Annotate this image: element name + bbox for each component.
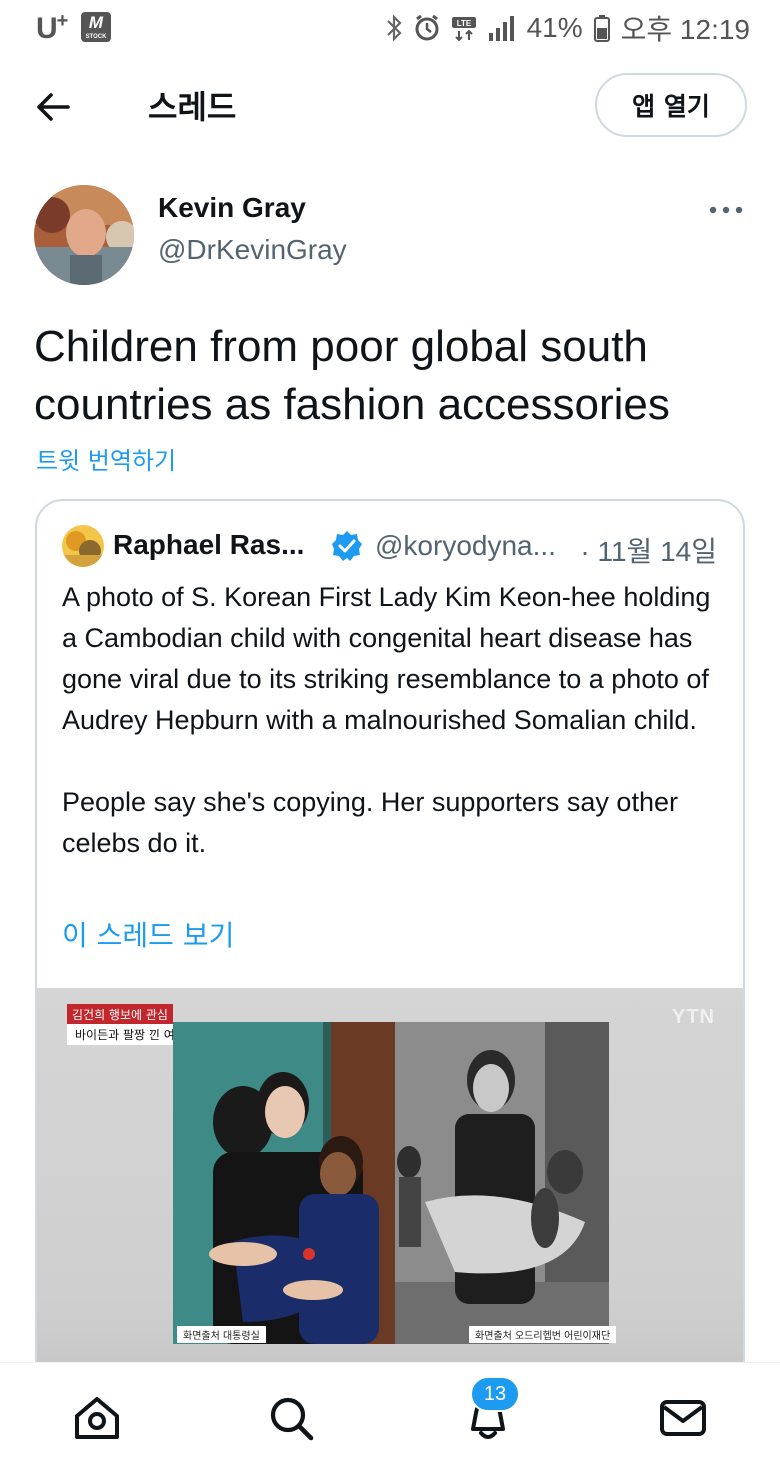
carrier-logo: U+ [36,10,68,45]
tweet-text: Children from poor global south countrie… [34,322,670,429]
home-icon [75,1397,119,1439]
quoted-tweet-image[interactable]: YTN 김건희 행보에 관심 바이든과 팔짱 낀 여사 화면출처 대통령실 화면… [37,988,743,1397]
bluetooth-icon [386,14,402,42]
show-thread-link[interactable]: 이 스레드 보기 [62,914,234,954]
ytn-watermark: YTN [672,1006,715,1028]
thread-header: 스레드 앱 열기 [0,66,780,144]
news-caption-red: 김건희 행보에 관심 [67,1004,173,1025]
quoted-tweet-text: A photo of S. Korean First Lady Kim Keon… [62,577,732,864]
signal-icon [488,16,514,41]
image-source-right: 화면출처 오드리헵번 어린이재단 [469,1326,617,1343]
lte-icon: LTE [451,17,476,42]
clock: 오후 12:19 [620,14,750,45]
quoted-paragraph-1: A photo of S. Korean First Lady Kim Keon… [62,582,711,735]
nav-messages[interactable] [656,1391,710,1445]
notification-count-badge: 13 [470,1376,520,1412]
quoted-paragraph-2: People say she's copying. Her supporters… [62,787,678,858]
author-name[interactable]: Kevin Gray [158,192,306,224]
arrow-left-icon [37,93,70,121]
image-source-left: 화면출처 대통령실 [177,1326,266,1343]
messages-icon [660,1400,706,1436]
stock-app-icon: M STOCK [81,12,111,42]
nav-search[interactable] [264,1391,318,1445]
open-app-button[interactable]: 앱 열기 [595,73,747,137]
status-icons: LTE 41% 오후 12:19 [385,8,750,48]
quoted-author-avatar [62,525,104,567]
alarm-icon [415,14,439,41]
page-title: 스레드 [148,88,237,126]
quoted-tweet[interactable]: Raphael Ras... @koryodyna... · 11월 14일 A… [35,499,745,1399]
svg-text:LTE: LTE [456,19,471,28]
translate-tweet-link[interactable]: 트윗 번역하기 [36,441,176,476]
nav-home[interactable] [70,1391,124,1445]
quoted-tweet-date: · 11월 14일 [580,536,717,567]
quoted-author-name: Raphael Ras... [113,529,305,560]
author-avatar[interactable] [34,185,134,285]
back-button[interactable] [30,84,76,130]
more-options-button[interactable] [708,198,744,222]
status-bar: U+ M STOCK LTE 41% 오후 12:19 [0,0,780,56]
battery-percent: 41% [526,12,583,43]
audrey-hepburn-photo [395,1022,609,1344]
search-icon [270,1397,314,1441]
first-lady-photo [173,1022,395,1344]
bottom-navigation [0,1362,780,1469]
quoted-author-handle: @koryodyna... [375,530,556,561]
verified-badge-icon [331,530,363,562]
author-handle[interactable]: @DrKevinGray [158,234,347,266]
battery-icon [593,15,610,42]
more-horizontal-icon [709,206,743,214]
